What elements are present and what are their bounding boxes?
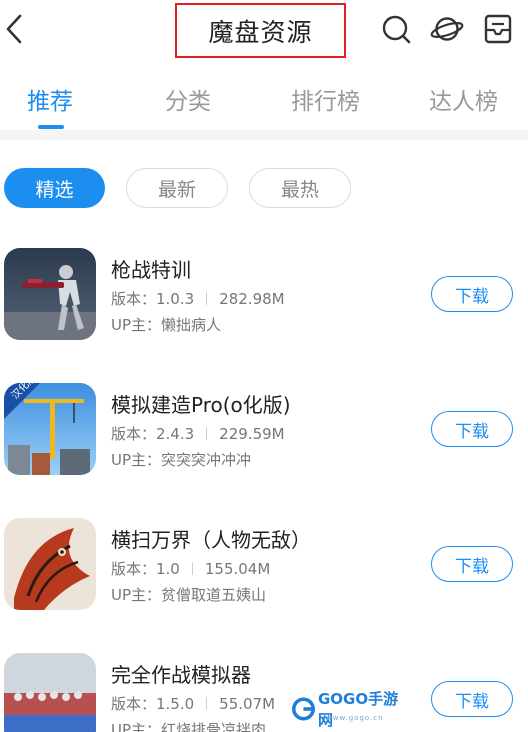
app-meta: 版本：1.0.3 282.98M	[111, 288, 285, 309]
app-version: 版本：2.4.3	[111, 425, 195, 443]
download-button[interactable]: 下载	[431, 681, 513, 717]
tab-category[interactable]: 分类	[165, 82, 211, 116]
back-icon[interactable]	[2, 12, 28, 46]
category-tabs: 推荐 分类 排行榜 达人榜	[0, 66, 528, 130]
app-list-item[interactable]: 完全作战模拟器 版本：1.5.0 55.07M UP主：红烧排骨凉拌肉 下载	[0, 653, 528, 732]
filter-latest[interactable]: 最新	[126, 168, 228, 208]
app-uploader: UP主：贫僧取道五姨山	[111, 586, 267, 604]
app-version: 版本：1.5.0	[111, 695, 195, 713]
planet-icon[interactable]	[430, 13, 464, 45]
download-button[interactable]: 下载	[431, 411, 513, 447]
tab-experts[interactable]: 达人榜	[429, 82, 498, 116]
app-uploader: UP主：懒拙病人	[111, 316, 222, 334]
app-meta: 版本：1.0 155.04M	[111, 558, 270, 579]
meta-divider	[191, 562, 193, 575]
page-title-highlight: 魔盘资源	[175, 3, 346, 58]
app-icon-battle-simulator	[4, 653, 96, 732]
meta-divider	[206, 697, 208, 710]
watermark-domain: www.gogo.cn	[326, 714, 384, 722]
active-tab-indicator	[38, 125, 64, 129]
site-watermark: GOGO手游网 www.gogo.cn	[292, 690, 402, 729]
meta-divider	[206, 292, 208, 305]
search-icon[interactable]	[380, 13, 412, 45]
app-version: 版本：1.0	[111, 560, 180, 578]
filter-featured[interactable]: 精选	[4, 168, 105, 208]
gogo-logo-icon	[292, 697, 315, 721]
watermark-brand: GOGO手游网	[317, 690, 399, 729]
page-title: 魔盘资源	[208, 17, 313, 47]
app-size: 282.98M	[219, 289, 285, 308]
section-divider	[0, 130, 528, 140]
filter-hottest[interactable]: 最热	[249, 168, 351, 208]
download-button[interactable]: 下载	[431, 276, 513, 312]
app-uploader: UP主：突突突冲冲冲	[111, 451, 252, 469]
app-icon-sweep-realms	[4, 518, 96, 610]
app-list-item[interactable]: 汉化版 模拟建造Pro(o化版) 版本：2.4.3 229.59M UP主：突突…	[0, 383, 528, 493]
app-size: 229.59M	[219, 424, 285, 443]
tab-recommend[interactable]: 推荐	[27, 82, 73, 116]
app-list-item[interactable]: 枪战特训 版本：1.0.3 282.98M UP主：懒拙病人 下载	[0, 248, 528, 358]
download-manager-icon[interactable]	[482, 13, 514, 45]
meta-divider	[206, 427, 208, 440]
app-name: 完全作战模拟器	[111, 663, 251, 687]
top-bar: 魔盘资源	[0, 0, 528, 60]
app-name: 横扫万界（人物无敌）	[111, 528, 311, 552]
app-size: 55.07M	[219, 694, 276, 713]
app-size: 155.04M	[204, 559, 271, 578]
app-name: 模拟建造Pro(o化版)	[111, 393, 291, 417]
app-icon-build-simulator: 汉化版	[4, 383, 96, 475]
app-list-item[interactable]: 横扫万界（人物无敌） 版本：1.0 155.04M UP主：贫僧取道五姨山 下载	[0, 518, 528, 628]
app-icon-gun-training	[4, 248, 96, 340]
app-name: 枪战特训	[111, 258, 191, 282]
app-version: 版本：1.0.3	[111, 290, 195, 308]
app-meta: 版本：1.5.0 55.07M	[111, 693, 275, 714]
app-meta: 版本：2.4.3 229.59M	[111, 423, 285, 444]
download-button[interactable]: 下载	[431, 546, 513, 582]
tab-ranking[interactable]: 排行榜	[291, 82, 360, 116]
app-uploader: UP主：红烧排骨凉拌肉	[111, 721, 267, 732]
